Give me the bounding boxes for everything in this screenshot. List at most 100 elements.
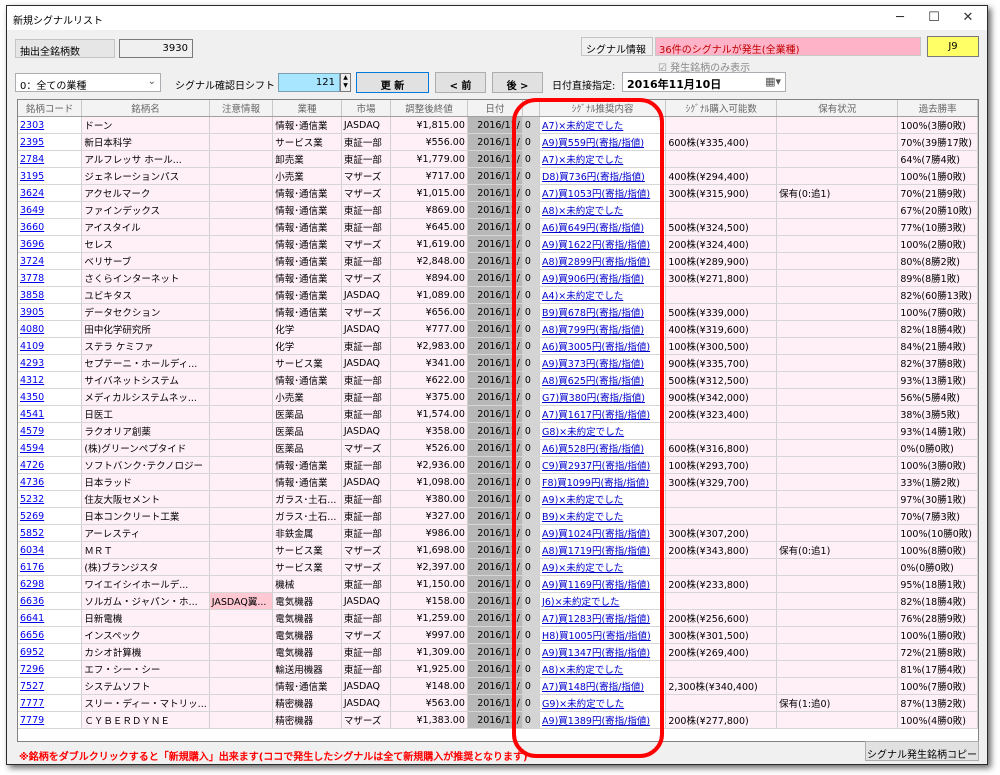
cell-code[interactable]: 4579 xyxy=(18,422,83,440)
header-warning[interactable]: 注意情報 xyxy=(209,100,274,117)
table-row[interactable]: 4293 セプテーニ・ホールディ... サービス業 JASDAQ ¥341.00 2016… xyxy=(18,354,978,372)
cell-code[interactable]: 3858 xyxy=(18,286,83,304)
refresh-button[interactable]: 更 新 xyxy=(356,72,429,93)
cell-code[interactable]: 4109 xyxy=(18,337,83,355)
cell-code[interactable]: 6298 xyxy=(18,575,83,593)
date-picker[interactable]: 2016年11月10日 ▦▾ xyxy=(622,72,786,92)
table-row[interactable]: 4726 ソフトバンク･テクノロジー 情報･通信業 東証一部 ¥2,936.00 2016… xyxy=(18,456,978,474)
cell-signal[interactable]: A6)買3005円(寄指/指値) xyxy=(539,337,667,355)
cell-signal[interactable]: A8)買1719円(寄指/指値) xyxy=(539,541,667,559)
table-row[interactable]: 6636 ソルガム・ジャパン・ホ... JASDAQ翼... 電気機器 JASDAQ ¥1… xyxy=(18,592,978,610)
table-row[interactable]: 7296 エフ・シー・シー 輸送用機器 東証一部 ¥1,925.00 2016/11/0 A… xyxy=(18,660,978,678)
shift-input[interactable]: 121 xyxy=(278,73,340,92)
prev-button[interactable]: < 前 xyxy=(435,72,486,93)
table-row[interactable]: 5269 日本コンクリート工業 ガラス･土石... 東証一部 ¥327.00 2016/1… xyxy=(18,507,978,525)
cell-signal[interactable]: A6)買528円(寄指/指値) xyxy=(539,439,667,457)
table-row[interactable]: 3649 ファインデックス 情報･通信業 東証一部 ¥869.00 2016/11/0 A8… xyxy=(18,201,978,219)
table-row[interactable]: 4109 ステラ ケミファ 化学 東証一部 ¥2,983.00 2016/11/0 A6)買… xyxy=(18,337,978,355)
table-row[interactable]: 6176 (株)ブランジスタ サービス業 マザーズ ¥2,397.00 2016/11/0… xyxy=(18,558,978,576)
cell-signal[interactable]: A9)買1622円(寄指/指値) xyxy=(539,235,667,253)
cell-code[interactable]: 4080 xyxy=(18,320,83,338)
cell-code[interactable]: 3624 xyxy=(18,184,83,202)
cell-code[interactable]: 6656 xyxy=(18,626,83,644)
table-row[interactable]: 3195 ジェネレーションパス 小売業 マザーズ ¥717.00 2016/11/0 D8)… xyxy=(18,167,978,185)
table-row[interactable]: 3858 ユビキタス 情報･通信業 JASDAQ ¥1,089.00 2016/11/0 A… xyxy=(18,286,978,304)
cell-code[interactable]: 4312 xyxy=(18,371,83,389)
cell-signal[interactable]: A9)買1347円(寄指/指値) xyxy=(539,643,667,661)
cell-code[interactable]: 6641 xyxy=(18,609,83,627)
cell-code[interactable]: 5232 xyxy=(18,490,83,508)
cell-code[interactable]: 2303 xyxy=(18,116,83,134)
table-row[interactable]: 4541 日医工 医薬品 東証一部 ¥1,574.00 2016/11/0 A7)買1617… xyxy=(18,405,978,423)
table-row[interactable]: 6952 カシオ計算機 電気機器 東証一部 ¥1,309.00 2016/11/0 A9)買… xyxy=(18,643,978,661)
cell-signal[interactable]: G8)×未約定でした xyxy=(539,422,667,440)
cell-signal[interactable]: D8)買736円(寄指/指値) xyxy=(539,167,667,185)
cell-code[interactable]: 3905 xyxy=(18,303,83,321)
cell-signal[interactable]: A9)買1024円(寄指/指値) xyxy=(539,524,667,542)
cell-code[interactable]: 3195 xyxy=(18,167,83,185)
header-code[interactable]: 銘柄コード xyxy=(18,100,83,117)
table-row[interactable]: 6034 ＭＲＴ サービス業 マザーズ ¥1,698.00 2016/11/0 A8)買17… xyxy=(18,541,978,559)
header-name[interactable]: 銘柄名 xyxy=(81,100,210,117)
cell-code[interactable]: 6034 xyxy=(18,541,83,559)
cell-code[interactable]: 4293 xyxy=(18,354,83,372)
table-row[interactable]: 7779 ＣＹＢＥＲＤＹＮＥ 精密機器 マザーズ ¥1,383.00 2016/11/0 A… xyxy=(18,711,978,729)
calendar-icon[interactable]: ▦▾ xyxy=(765,75,781,88)
cell-code[interactable]: 4594 xyxy=(18,439,83,457)
header-market[interactable]: 市場 xyxy=(341,100,392,117)
cell-code[interactable]: 3778 xyxy=(18,269,83,287)
cell-signal[interactable]: G7)買380円(寄指/指値) xyxy=(539,388,667,406)
cell-signal[interactable]: B9)×未約定でした xyxy=(539,507,667,525)
table-row[interactable]: 2395 新日本科学 サービス業 東証一部 ¥556.00 2016/11/0 A9)買55… xyxy=(18,133,978,151)
cell-signal[interactable]: A9)買1389円(寄指/指値) xyxy=(539,711,667,729)
header-industry[interactable]: 業種 xyxy=(272,100,342,117)
table-row[interactable]: 3778 さくらインターネット 情報･通信業 マザーズ ¥894.00 2016/11/0… xyxy=(18,269,978,287)
cell-signal[interactable]: C9)買2937円(寄指/指値) xyxy=(539,456,667,474)
cell-code[interactable]: 6176 xyxy=(18,558,83,576)
cell-code[interactable]: 6636 xyxy=(18,592,83,610)
cell-code[interactable]: 7527 xyxy=(18,677,83,695)
cell-signal[interactable]: A9)買373円(寄指/指値) xyxy=(539,354,667,372)
table-row[interactable]: 2303 ドーン 情報･通信業 JASDAQ ¥1,815.00 2016/11/0 A7)… xyxy=(18,116,978,134)
table-row[interactable]: 5852 アーレスティ 非鉄金属 東証一部 ¥986.00 2016/11/0 A9)買10… xyxy=(18,524,978,542)
next-button[interactable]: 後 > xyxy=(492,72,543,93)
cell-signal[interactable]: F8)買1099円(寄指/指値) xyxy=(539,473,667,491)
cell-signal[interactable]: A8)×未約定でした xyxy=(539,201,667,219)
minimize-icon[interactable]: ─ xyxy=(885,8,915,28)
cell-signal[interactable]: A7)×未約定でした xyxy=(539,116,667,134)
cell-code[interactable]: 5852 xyxy=(18,524,83,542)
header-date[interactable]: 日付 xyxy=(467,100,523,117)
cell-code[interactable]: 4541 xyxy=(18,405,83,423)
cell-signal[interactable]: A7)買1053円(寄指/指値) xyxy=(539,184,667,202)
cell-code[interactable]: 7777 xyxy=(18,694,83,712)
cell-signal[interactable]: A9)買1169円(寄指/指値) xyxy=(539,575,667,593)
header-quantity[interactable]: ｼｸﾞﾅﾙ購入可能数 xyxy=(665,100,778,117)
header-close[interactable]: 調整後終値 xyxy=(390,100,468,117)
cell-signal[interactable]: A7)買1617円(寄指/指値) xyxy=(539,405,667,423)
cell-code[interactable]: 4350 xyxy=(18,388,83,406)
table-row[interactable]: 3624 アクセルマーク 情報･通信業 マザーズ ¥1,015.00 2016/11/0 A… xyxy=(18,184,978,202)
cell-signal[interactable]: A7)買148円(寄指/指値) xyxy=(539,677,667,695)
cell-code[interactable]: 4736 xyxy=(18,473,83,491)
spinner-down-icon[interactable]: ▼ xyxy=(341,82,350,90)
table-row[interactable]: 4080 田中化学研究所 化学 JASDAQ ¥777.00 2016/11/0 A8)買7… xyxy=(18,320,978,338)
close-icon[interactable]: ✕ xyxy=(953,8,983,28)
table-row[interactable]: 6656 インスペック 電気機器 マザーズ ¥997.00 2016/11/0 H8)買10… xyxy=(18,626,978,644)
cell-code[interactable]: 2784 xyxy=(18,150,83,168)
cell-signal[interactable]: A6)買649円(寄指/指値) xyxy=(539,218,667,236)
cell-code[interactable]: 7779 xyxy=(18,711,83,729)
cell-code[interactable]: 3660 xyxy=(18,218,83,236)
cell-signal[interactable]: A8)買625円(寄指/指値) xyxy=(539,371,667,389)
cell-code[interactable]: 5269 xyxy=(18,507,83,525)
industry-select[interactable]: 0：全ての業種 ⌄ xyxy=(15,73,161,92)
cell-signal[interactable]: A7)×未約定でした xyxy=(539,150,667,168)
cell-code[interactable]: 2395 xyxy=(18,133,83,151)
table-row[interactable]: 7777 スリー・ディー・マトリッ... 精密機器 JASDAQ ¥563.00 2016… xyxy=(18,694,978,712)
cell-code[interactable]: 3649 xyxy=(18,201,83,219)
cell-signal[interactable]: A8)×未約定でした xyxy=(539,660,667,678)
table-row[interactable]: 6641 日新電機 電気機器 東証一部 ¥1,259.00 2016/11/0 A7)買12… xyxy=(18,609,978,627)
cell-signal[interactable]: A8)買2899円(寄指/指値) xyxy=(539,252,667,270)
spinner-up-icon[interactable]: ▲ xyxy=(341,74,350,82)
header-holding[interactable]: 保有状況 xyxy=(776,100,899,117)
cell-code[interactable]: 3696 xyxy=(18,235,83,253)
